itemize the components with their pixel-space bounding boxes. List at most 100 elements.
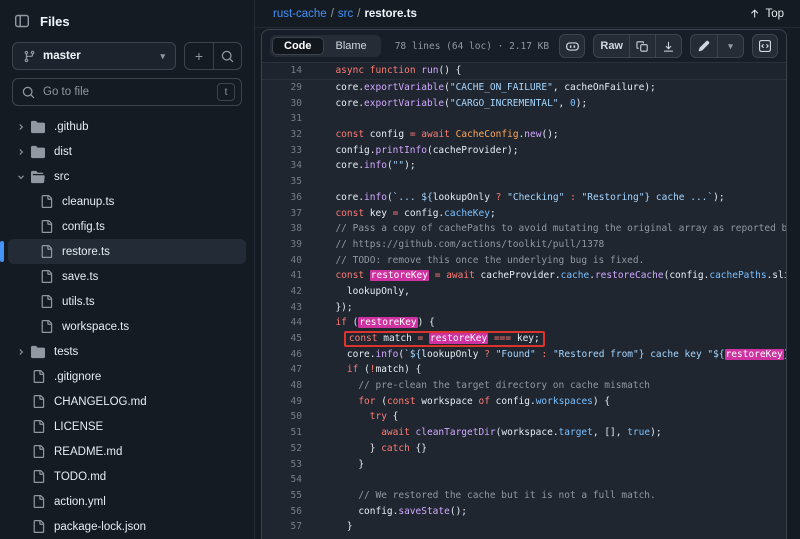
line-number[interactable]: 52	[262, 441, 312, 457]
file-icon	[30, 495, 46, 508]
tree-file-package-lock.json[interactable]: package-lock.json	[8, 514, 246, 539]
edit-dropdown-button[interactable]: ▾	[717, 35, 743, 57]
line-number[interactable]: 57	[262, 519, 312, 535]
tree-file-cleanup.ts[interactable]: cleanup.ts	[8, 189, 246, 214]
search-match-highlight: restoreKey	[370, 270, 429, 281]
raw-button[interactable]: Raw	[594, 35, 629, 57]
line-number[interactable]: 37	[262, 206, 312, 222]
line-number[interactable]: 32	[262, 127, 312, 143]
chevron-right-icon[interactable]	[12, 347, 30, 357]
line-number[interactable]: 40	[262, 253, 312, 269]
search-tree-button[interactable]	[213, 43, 241, 69]
sidebar-panel-toggle-button[interactable]	[14, 13, 30, 29]
line-number[interactable]: 29	[262, 80, 312, 96]
line-number[interactable]: 42	[262, 284, 312, 300]
code-line: 41 const restoreKey = await cacheProvide…	[262, 268, 786, 284]
copy-button[interactable]	[629, 35, 655, 57]
line-number[interactable]: 49	[262, 394, 312, 410]
tree-file-save.ts[interactable]: save.ts	[8, 264, 246, 289]
tree-file-LICENSE[interactable]: LICENSE	[8, 414, 246, 439]
tree-file-.gitignore[interactable]: .gitignore	[8, 364, 246, 389]
tree-file-TODO.md[interactable]: TODO.md	[8, 464, 246, 489]
tree-file-workspace.ts[interactable]: workspace.ts	[8, 314, 246, 339]
tree-file-README.md[interactable]: README.md	[8, 439, 246, 464]
tab-blame[interactable]: Blame	[324, 37, 379, 55]
code-blame-switch: Code Blame	[270, 35, 381, 57]
line-number[interactable]: 51	[262, 425, 312, 441]
line-number[interactable]: 36	[262, 190, 312, 206]
line-number[interactable]: 53	[262, 457, 312, 473]
line-number[interactable]: 55	[262, 488, 312, 504]
tree-file-CHANGELOG.md[interactable]: CHANGELOG.md	[8, 389, 246, 414]
folder-icon	[30, 120, 46, 134]
file-icon	[38, 320, 54, 333]
tree-file-utils.ts[interactable]: utils.ts	[8, 289, 246, 314]
line-number[interactable]: 56	[262, 504, 312, 520]
line-number[interactable]: 46	[262, 347, 312, 363]
tree-item-label: TODO.md	[54, 471, 106, 483]
tree-folder-dist[interactable]: dist	[8, 139, 246, 164]
edit-button[interactable]	[691, 35, 717, 57]
line-number[interactable]: 38	[262, 221, 312, 237]
chevron-down-icon[interactable]	[12, 172, 30, 182]
git-branch-icon	[23, 50, 36, 63]
chevron-right-icon[interactable]	[12, 122, 30, 132]
line-number[interactable]: 47	[262, 362, 312, 378]
code-line: 35	[262, 174, 786, 190]
line-number[interactable]: 41	[262, 268, 312, 284]
tree-item-label: action.yml	[54, 496, 106, 508]
branch-selector[interactable]: master ▾	[12, 42, 176, 70]
copilot-button[interactable]	[559, 34, 585, 58]
chevron-right-icon[interactable]	[12, 147, 30, 157]
code-line: 30 core.exportVariable("CARGO_INCREMENTA…	[262, 96, 786, 112]
code-line-text: const key = config.cacheKey;	[312, 206, 786, 222]
line-number[interactable]: 45	[262, 331, 312, 347]
tree-file-action.yml[interactable]: action.yml	[8, 489, 246, 514]
file-meta-info: 78 lines (64 loc) · 2.17 KB	[395, 41, 549, 52]
line-number[interactable]: 50	[262, 409, 312, 425]
tree-folder-.github[interactable]: .github	[8, 114, 246, 139]
line-number[interactable]: 44	[262, 315, 312, 331]
line-number[interactable]: 14	[262, 63, 312, 79]
tree-folder-src[interactable]: src	[8, 164, 246, 189]
code-line-text: for (const workspace of config.workspace…	[312, 394, 786, 410]
tab-code[interactable]: Code	[272, 37, 324, 55]
code-line-text: const match = restoreKey === key;	[312, 331, 786, 347]
code-square-icon	[758, 39, 772, 53]
code-line-text: core.info(`... ${lookupOnly ? "Checking"…	[312, 190, 786, 206]
tree-item-label: tests	[54, 346, 78, 358]
tree-file-restore.ts[interactable]: restore.ts	[8, 239, 246, 264]
tree-folder-tests[interactable]: tests	[8, 339, 246, 364]
tree-item-label: restore.ts	[62, 246, 110, 258]
file-icon	[38, 220, 54, 233]
line-number[interactable]: 39	[262, 237, 312, 253]
chevron-down-icon: ▾	[160, 51, 165, 62]
line-number[interactable]: 31	[262, 111, 312, 127]
download-button[interactable]	[655, 35, 681, 57]
line-number[interactable]: 54	[262, 472, 312, 488]
line-number[interactable]: 48	[262, 378, 312, 394]
line-number[interactable]: 34	[262, 158, 312, 174]
tree-file-config.ts[interactable]: config.ts	[8, 214, 246, 239]
breadcrumb: rust-cache/src/restore.ts Top	[255, 0, 800, 28]
line-number[interactable]: 35	[262, 174, 312, 190]
breadcrumb-dir-link[interactable]: src	[338, 8, 353, 20]
line-number[interactable]: 43	[262, 300, 312, 316]
code-line: 40 // TODO: remove this once the underly…	[262, 253, 786, 269]
blob-toolbar: Code Blame 78 lines (64 loc) · 2.17 KB R…	[262, 30, 786, 63]
code-line: 53 }	[262, 457, 786, 473]
file-icon	[38, 245, 54, 258]
back-to-top-link[interactable]: Top	[749, 8, 784, 20]
code-line-text: } catch {}	[312, 441, 786, 457]
symbols-panel-button[interactable]	[752, 34, 778, 58]
code-panel: Code Blame 78 lines (64 loc) · 2.17 KB R…	[261, 29, 787, 539]
tree-item-label: .github	[54, 121, 89, 133]
code-line-text: async function run() {	[312, 63, 786, 79]
breadcrumb-repo-link[interactable]: rust-cache	[273, 8, 327, 20]
code-line-text: if (restoreKey) {	[312, 315, 786, 331]
line-number[interactable]: 30	[262, 96, 312, 112]
line-number[interactable]: 33	[262, 143, 312, 159]
go-to-file-input[interactable]: Go to file t	[12, 78, 242, 106]
chevron-down-icon: ▾	[728, 41, 733, 52]
new-file-button[interactable]: +	[185, 43, 213, 69]
